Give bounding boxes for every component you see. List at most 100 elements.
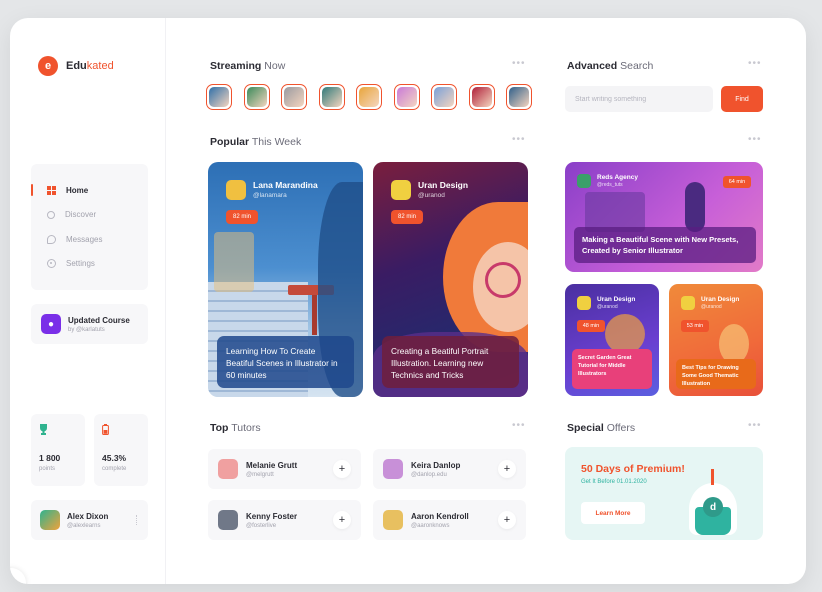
avatar bbox=[434, 87, 454, 107]
avatar bbox=[509, 87, 529, 107]
streamer-avatar[interactable] bbox=[356, 84, 382, 110]
card-author-handle: @uranod bbox=[597, 304, 618, 310]
card-description: Secret Garden Great Tutorial for Middle … bbox=[572, 349, 652, 389]
avatar bbox=[471, 87, 492, 107]
card-author-handle: @uranod bbox=[418, 192, 445, 199]
points-label: points bbox=[39, 466, 56, 472]
streamer-avatar[interactable] bbox=[281, 84, 307, 110]
duration-badge: 82 min bbox=[226, 210, 258, 224]
tutor-card[interactable]: Melanie Grutt @melgrutt + bbox=[208, 449, 361, 489]
add-tutor-button[interactable]: + bbox=[333, 460, 351, 478]
card-description: Creating a Beatiful Portrait Illustratio… bbox=[382, 336, 519, 388]
search-input[interactable] bbox=[565, 86, 713, 112]
tutors-more-icon[interactable]: ••• bbox=[512, 420, 526, 431]
popular-card[interactable]: Uran Design @uranod 82 min Creating a Be… bbox=[373, 162, 528, 397]
tutor-card[interactable]: Keira Danlop @danlop.edu + bbox=[373, 449, 526, 489]
avatar bbox=[577, 174, 591, 188]
streamer-avatar[interactable] bbox=[431, 84, 457, 110]
logo[interactable]: e Edukated bbox=[38, 56, 114, 76]
avatar bbox=[383, 459, 403, 479]
tutors-title: Top Tutors bbox=[210, 422, 261, 434]
message-icon bbox=[47, 234, 56, 244]
avatar bbox=[321, 87, 342, 107]
cupcake-letter: d bbox=[703, 497, 723, 517]
learn-more-button[interactable]: Learn More bbox=[581, 502, 645, 524]
more-options-icon[interactable] bbox=[136, 515, 138, 525]
offer-headline: 50 Days of Premium! bbox=[581, 463, 685, 475]
tutor-handle: @fosterlive bbox=[246, 522, 277, 529]
search-icon bbox=[47, 210, 55, 219]
streamer-avatar[interactable] bbox=[506, 84, 532, 110]
user-name: Alex Dixon bbox=[67, 511, 109, 521]
card-author-handle: @lanamara bbox=[253, 192, 287, 199]
streamer-avatar[interactable] bbox=[468, 84, 495, 110]
course-card[interactable]: Uran Design @uranod 53 min Best Tips for… bbox=[669, 284, 763, 396]
sidebar-item-discover[interactable]: Discover bbox=[31, 203, 148, 228]
find-button[interactable]: Find bbox=[721, 86, 763, 112]
streamer-avatar[interactable] bbox=[243, 84, 270, 110]
points-stat: 1 800 points bbox=[31, 414, 85, 486]
trophy-icon bbox=[39, 424, 77, 437]
person-illustration bbox=[685, 182, 705, 232]
course-card[interactable]: Reds Agency @reds_tuts 64 min Making a B… bbox=[565, 162, 763, 272]
avatar bbox=[246, 87, 267, 107]
sidebar-item-home[interactable]: Home bbox=[31, 178, 148, 203]
avatar bbox=[383, 510, 403, 530]
complete-stat: 45.3% complete bbox=[94, 414, 148, 486]
card-description: Making a Beautiful Scene with New Preset… bbox=[574, 227, 756, 263]
candle-icon bbox=[711, 469, 714, 485]
tutor-card[interactable]: Aaron Kendroll @aaronknows + bbox=[373, 500, 526, 540]
garden-illustration bbox=[605, 314, 645, 354]
points-value: 1 800 bbox=[39, 453, 61, 463]
home-grid-icon bbox=[47, 185, 56, 195]
add-tutor-button[interactable]: + bbox=[333, 511, 351, 529]
avatar bbox=[284, 87, 304, 107]
card-author-name: Uran Design bbox=[701, 296, 740, 303]
avatar bbox=[396, 87, 417, 107]
avatar bbox=[226, 180, 246, 200]
streamer-avatar[interactable] bbox=[318, 84, 345, 110]
user-handle: @alexlearns bbox=[67, 522, 101, 529]
scene-illustration bbox=[585, 192, 645, 232]
chair-leg bbox=[312, 295, 317, 335]
offers-more-icon[interactable]: ••• bbox=[748, 420, 762, 431]
card-author-name: Lana Marandina bbox=[253, 180, 318, 190]
add-tutor-button[interactable]: + bbox=[498, 511, 516, 529]
streamer-avatar[interactable] bbox=[206, 84, 232, 110]
course-card[interactable]: Uran Design @uranod 48 min Secret Garden… bbox=[565, 284, 659, 396]
avatar bbox=[209, 87, 229, 107]
sidebar-item-label: Home bbox=[66, 185, 89, 195]
search-more-icon[interactable]: ••• bbox=[748, 58, 762, 69]
popular-card[interactable]: Lana Marandina @lanamara 82 min Learning… bbox=[208, 162, 363, 397]
card-description: Learning How To Create Beatiful Scenes i… bbox=[217, 336, 354, 388]
tutor-name: Keira Danlop bbox=[411, 460, 461, 470]
updated-course-card[interactable]: ● Updated Course by @karlatuts bbox=[31, 304, 148, 344]
add-tutor-button[interactable]: + bbox=[498, 460, 516, 478]
sidebar-item-settings[interactable]: Settings bbox=[31, 252, 148, 277]
right-cards-more-icon[interactable]: ••• bbox=[748, 134, 762, 145]
light-illustration bbox=[214, 232, 254, 292]
avatar bbox=[681, 296, 695, 310]
sidebar: e Edukated Home Discover Messages Settin… bbox=[10, 18, 166, 584]
card-author-name: Uran Design bbox=[418, 180, 469, 190]
tutor-handle: @aaronknows bbox=[411, 522, 450, 529]
duration-badge: 82 min bbox=[391, 210, 423, 224]
streaming-title: Streaming Now bbox=[210, 60, 286, 72]
sidebar-item-messages[interactable]: Messages bbox=[31, 227, 148, 252]
card-author-handle: @uranod bbox=[701, 304, 722, 310]
sidebar-item-label: Settings bbox=[66, 259, 95, 269]
popular-more-icon[interactable]: ••• bbox=[512, 134, 526, 145]
streamer-avatar[interactable] bbox=[393, 84, 420, 110]
tutor-handle: @melgrutt bbox=[246, 471, 274, 478]
sidebar-item-label: Messages bbox=[66, 234, 103, 244]
course-subtitle: by @karlatuts bbox=[68, 326, 105, 333]
app-window: e Edukated Home Discover Messages Settin… bbox=[10, 18, 806, 584]
battery-icon bbox=[102, 424, 140, 437]
streaming-more-icon[interactable]: ••• bbox=[512, 58, 526, 69]
complete-value: 45.3% bbox=[102, 453, 127, 463]
tutor-name: Aaron Kendroll bbox=[411, 511, 469, 521]
lightbulb-icon: ● bbox=[41, 314, 61, 334]
search-title: Advanced Search bbox=[567, 60, 654, 72]
current-user-card[interactable]: Alex Dixon @alexlearns bbox=[31, 500, 148, 540]
tutor-card[interactable]: Kenny Foster @fosterlive + bbox=[208, 500, 361, 540]
